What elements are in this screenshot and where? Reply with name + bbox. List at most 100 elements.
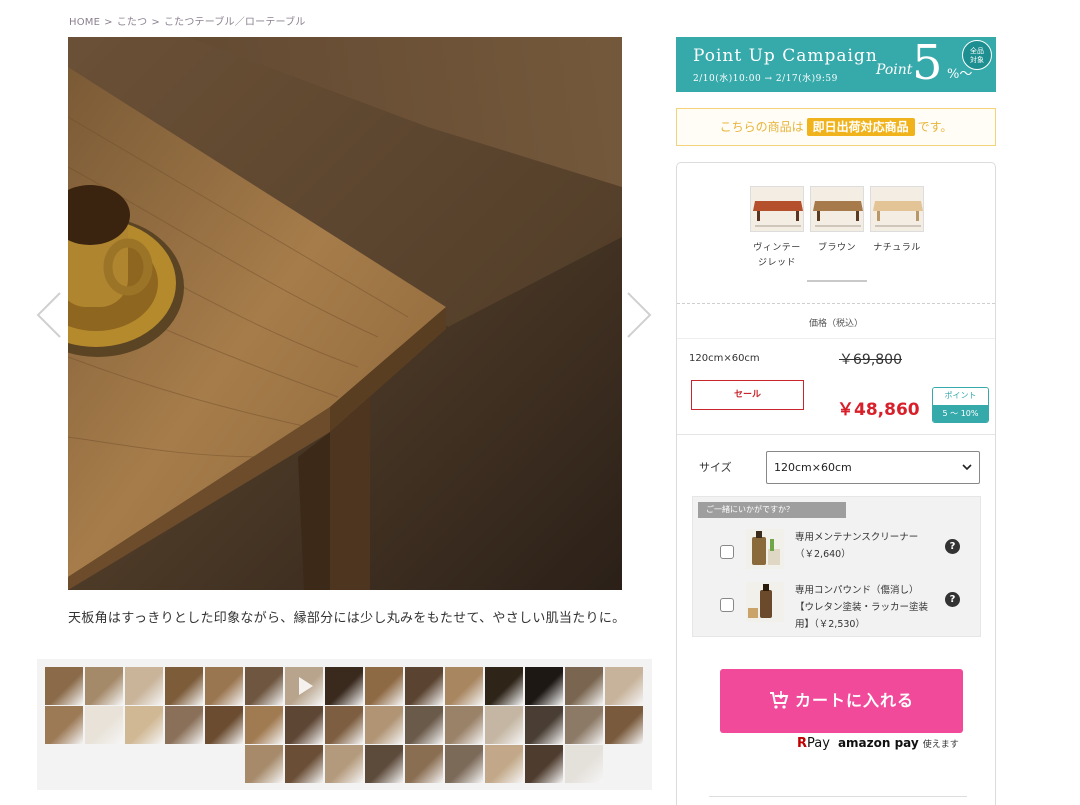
recommend-item-cleaner: 専用メンテナンスクリーナー （￥2,640） ? [693, 529, 982, 579]
gallery-thumbnail[interactable] [45, 706, 83, 744]
gallery-thumbnail[interactable] [285, 667, 323, 705]
campaign-point-word: Point [876, 62, 913, 78]
color-option-natural[interactable]: ナチュラル [869, 186, 925, 256]
gallery-thumbnail[interactable] [445, 667, 483, 705]
point-label: ポイント [933, 388, 988, 405]
photo-caption: 天板角はすっきりとした印象ながら、縁部分には少し丸みをもたせて、やさしい肌当たり… [68, 611, 626, 626]
gallery-thumbnail[interactable] [525, 667, 563, 705]
gallery-thumbnail[interactable] [205, 667, 243, 705]
gallery-thumbnail[interactable] [565, 706, 603, 744]
gallery-thumbnail[interactable] [285, 706, 323, 744]
price-heading: 価格（税込） [808, 319, 863, 329]
selected-color-indicator [807, 280, 867, 282]
gallery-thumbnail[interactable] [405, 667, 443, 705]
color-swatch [870, 186, 924, 232]
point-range: 5 〜 10% [933, 405, 988, 422]
size-select[interactable]: 120cm×60cm [766, 451, 980, 484]
gallery-thumbnail[interactable] [565, 745, 603, 783]
gallery-thumbnail[interactable] [85, 667, 123, 705]
gallery-thumbnail[interactable] [605, 667, 643, 705]
gallery-thumbnail[interactable] [85, 706, 123, 744]
recommend-text: 専用コンパウンド（傷消し） 【ウレタン塗装・ラッカー塗装 用】（￥2,530） [795, 585, 929, 630]
payment-note: 使えます [922, 740, 959, 750]
gallery-thumbnail[interactable] [485, 745, 523, 783]
gallery-thumbnail[interactable] [485, 667, 523, 705]
help-icon[interactable]: ? [945, 592, 960, 607]
help-icon[interactable]: ? [945, 539, 960, 554]
add-to-cart-label: カートに入れる [794, 691, 914, 710]
gallery-thumbnail[interactable] [205, 706, 243, 744]
campaign-all-items-badge: 全品 対象 [962, 40, 992, 70]
recommend-text: 専用メンテナンスクリーナー （￥2,640） [795, 532, 919, 560]
sale-badge: セール [691, 380, 804, 410]
gallery-thumbnail[interactable] [285, 745, 323, 783]
same-day-tag: 即日出荷対応商品 [806, 118, 915, 136]
gallery-thumbnail[interactable] [405, 745, 443, 783]
divider [677, 338, 995, 339]
gallery-thumbnail[interactable] [485, 706, 523, 744]
price-size-label: 120cm×60cm [689, 353, 760, 364]
add-to-cart-button[interactable]: カートに入れる [720, 669, 963, 733]
recommend-item-compound: 専用コンパウンド（傷消し） 【ウレタン塗装・ラッカー塗装 用】（￥2,530） ? [693, 582, 982, 632]
same-day-shipping-notice: こちらの商品は 即日出荷対応商品 です。 [676, 108, 996, 146]
gallery-thumbnail[interactable] [525, 745, 563, 783]
size-select-value: 120cm×60cm [774, 461, 852, 474]
gallery-thumbnail[interactable] [325, 706, 363, 744]
gallery-thumbnail[interactable] [325, 745, 363, 783]
gallery-thumbnail[interactable] [165, 667, 203, 705]
gallery-thumbnail[interactable] [165, 706, 203, 744]
campaign-value: 5 [912, 37, 943, 91]
gallery-thumbnail[interactable] [245, 745, 283, 783]
sameday-suffix: です。 [917, 120, 953, 134]
payment-methods: RPay amazon pay 使えます [797, 736, 959, 751]
divider [677, 434, 995, 435]
divider [709, 796, 967, 797]
sameday-prefix: こちらの商品は [719, 120, 804, 134]
purchase-panel: ヴィンテー ジレッド ブラウン ナチュラル 価格（税込） 120cm×60cm ￥… [676, 162, 996, 805]
gallery-thumbnail[interactable] [125, 706, 163, 744]
divider [677, 303, 995, 304]
thumbnail-strip [37, 659, 652, 790]
main-product-photo [68, 37, 622, 590]
chevron-right-icon [627, 292, 652, 338]
chevron-left-icon [36, 292, 61, 338]
cart-icon [769, 691, 789, 709]
color-option-vintage-red[interactable]: ヴィンテー ジレッド [749, 186, 805, 271]
size-select-label: サイズ [699, 461, 732, 474]
breadcrumb-separator: > [151, 17, 160, 28]
gallery-thumbnail[interactable] [405, 706, 443, 744]
color-swatch [750, 186, 804, 232]
gallery-thumbnail[interactable] [605, 706, 643, 744]
breadcrumb-kotatsu[interactable]: こたつ [117, 17, 148, 28]
gallery-thumbnail[interactable] [125, 667, 163, 705]
recommend-checkbox[interactable] [720, 598, 734, 612]
point-badge: ポイント 5 〜 10% [932, 387, 989, 423]
campaign-dates: 2/10(水)10:00 → 2/17(水)9:59 [693, 74, 838, 84]
gallery-thumbnail[interactable] [445, 745, 483, 783]
color-options: ヴィンテー ジレッド ブラウン ナチュラル [749, 186, 929, 286]
breadcrumb-current[interactable]: こたつテーブル／ローテーブル [164, 17, 306, 28]
gallery-next-arrow[interactable] [624, 290, 654, 340]
breadcrumb-separator: > [104, 17, 113, 28]
color-option-brown[interactable]: ブラウン [809, 186, 865, 256]
gallery-thumbnail[interactable] [45, 667, 83, 705]
gallery-thumbnail[interactable] [365, 745, 403, 783]
breadcrumb-home[interactable]: HOME [69, 17, 100, 28]
cleaner-product-image [746, 529, 784, 569]
gallery-thumbnail[interactable] [365, 706, 403, 744]
breadcrumb: HOME > こたつ > こたつテーブル／ローテーブル [69, 13, 306, 28]
gallery-thumbnail[interactable] [245, 706, 283, 744]
gallery-thumbnail[interactable] [565, 667, 603, 705]
gallery-thumbnail[interactable] [325, 667, 363, 705]
campaign-banner[interactable]: Point Up Campaign 2/10(水)10:00 → 2/17(水)… [676, 37, 996, 92]
recommend-checkbox[interactable] [720, 545, 734, 559]
gallery-thumbnail[interactable] [365, 667, 403, 705]
gallery-thumbnail[interactable] [525, 706, 563, 744]
gallery-thumbnail[interactable] [245, 667, 283, 705]
compound-product-image [746, 582, 784, 622]
gallery-thumbnail[interactable] [445, 706, 483, 744]
gallery-prev-arrow[interactable] [34, 290, 64, 340]
recommend-heading: ご一緒にいかがですか？ [698, 502, 846, 518]
recommend-box: ご一緒にいかがですか？ 専用メンテナンスクリーナー （￥2,640） ? 専用コン… [692, 496, 981, 637]
amazon-pay-logo: amazon pay [837, 736, 919, 750]
